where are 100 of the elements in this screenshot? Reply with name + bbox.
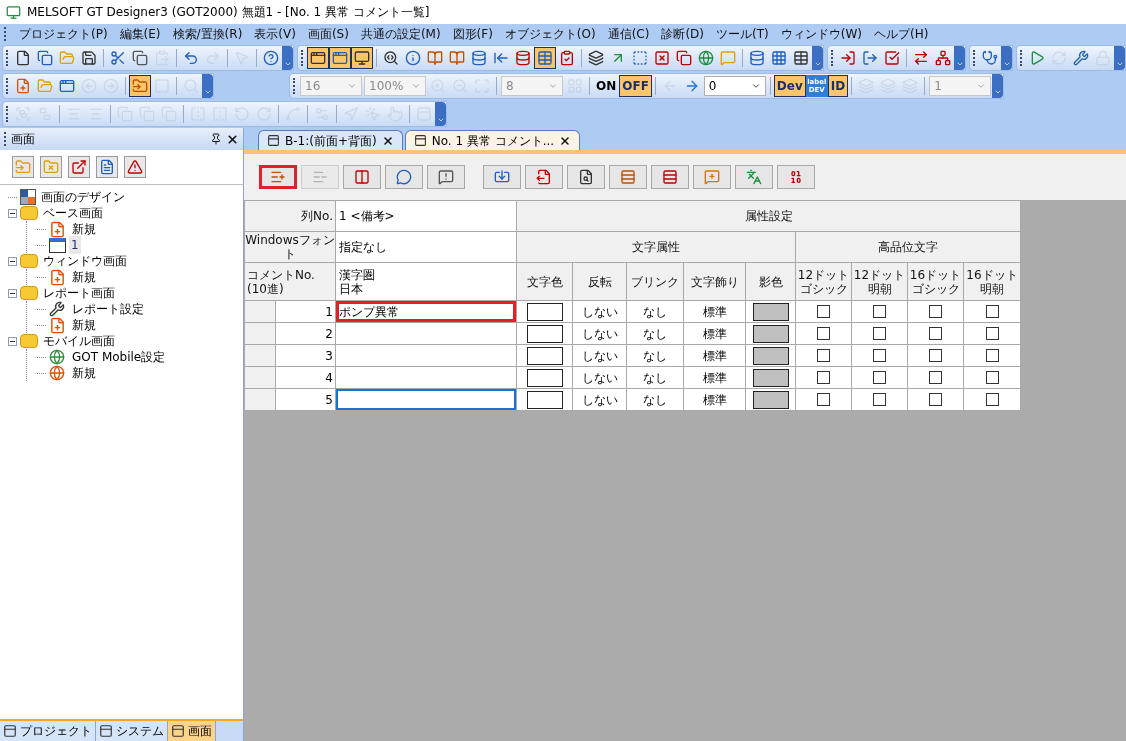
comment-tool-button[interactable] (427, 165, 465, 189)
menu-item[interactable]: ツール(T) (710, 25, 775, 43)
close-icon[interactable] (559, 134, 572, 147)
close-icon[interactable] (226, 132, 239, 146)
tree-item[interactable]: 新規 (70, 268, 98, 286)
menu-item[interactable]: 表示(V) (248, 25, 302, 43)
checkbox[interactable] (873, 349, 886, 362)
toolbar-overflow-button[interactable] (1114, 46, 1125, 70)
checkbox[interactable] (873, 371, 886, 384)
comment-text-cell[interactable] (336, 367, 516, 388)
checkbox[interactable] (929, 371, 942, 384)
collapse-icon[interactable] (8, 208, 17, 218)
menu-item[interactable]: オブジェクト(O) (498, 25, 602, 43)
checkbox[interactable] (929, 349, 942, 362)
color-swatch[interactable] (526, 346, 563, 365)
comment-text-cell[interactable] (336, 345, 516, 366)
collapse-icon[interactable] (8, 336, 17, 346)
shadow-color-swatch[interactable] (752, 302, 789, 321)
toolbar-grip[interactable] (6, 106, 9, 122)
toolbar-overflow-button[interactable] (435, 102, 446, 126)
toolbar-button[interactable]: OFF (619, 75, 652, 97)
tree-item[interactable]: 新規 (70, 316, 98, 334)
toolbar-overflow-button[interactable] (992, 74, 1004, 98)
checkbox[interactable] (929, 305, 942, 318)
collapse-icon[interactable] (8, 256, 17, 266)
menu-item[interactable]: プロジェクト(P) (13, 25, 114, 43)
document-tab[interactable]: No. 1 異常 コメント... (404, 130, 581, 150)
comment-tool-button[interactable] (525, 165, 563, 189)
comment-tool-button[interactable] (651, 165, 689, 189)
comment-text-cell[interactable]: ポンプ異常 (336, 301, 516, 322)
toolbar-grip[interactable] (831, 50, 834, 66)
menu-item[interactable]: 検索/置換(R) (166, 25, 249, 43)
panel-tab[interactable]: システム (96, 721, 168, 741)
pin-icon[interactable] (210, 133, 222, 145)
toolbar-grip[interactable] (973, 50, 976, 66)
comment-tool-button[interactable] (567, 165, 605, 189)
color-swatch[interactable] (526, 368, 563, 387)
checkbox[interactable] (985, 305, 999, 318)
checkbox[interactable] (873, 305, 886, 318)
toolbar-grip[interactable] (6, 78, 9, 94)
panel-tool-button[interactable] (96, 156, 118, 178)
checkbox[interactable] (873, 327, 886, 340)
toolbar-overflow-button[interactable] (282, 46, 293, 70)
menu-item[interactable]: 通信(C) (601, 25, 656, 43)
checkbox[interactable] (929, 327, 942, 340)
toolbar-grip[interactable] (293, 78, 296, 94)
menu-item[interactable]: 図形(F) (446, 25, 499, 43)
checkbox[interactable] (985, 393, 999, 406)
shadow-color-swatch[interactable] (752, 368, 789, 387)
panel-tool-button[interactable] (68, 156, 90, 178)
checkbox[interactable] (817, 305, 830, 318)
toolbar-button[interactable]: ON (593, 75, 620, 97)
comment-tool-button[interactable] (777, 165, 815, 189)
checkbox[interactable] (985, 371, 999, 384)
toolbar-overflow-button[interactable] (202, 74, 213, 98)
checkbox[interactable] (817, 371, 830, 384)
panel-tab[interactable]: 画面 (168, 721, 216, 741)
tree-item[interactable]: レポート設定 (70, 300, 146, 318)
comment-tool-button[interactable] (385, 165, 423, 189)
tree-item[interactable]: 新規 (70, 364, 98, 382)
shadow-color-swatch[interactable] (752, 390, 789, 409)
shadow-color-swatch[interactable] (752, 346, 789, 365)
checkbox[interactable] (985, 327, 999, 340)
close-icon[interactable] (381, 134, 394, 147)
color-swatch[interactable] (526, 324, 563, 343)
shadow-color-swatch[interactable] (752, 324, 789, 343)
comment-text-cell[interactable] (336, 323, 516, 344)
checkbox[interactable] (929, 393, 942, 406)
checkbox[interactable] (985, 349, 999, 362)
tree-item[interactable]: ベース画面 (41, 204, 105, 222)
checkbox[interactable] (817, 349, 830, 362)
checkbox[interactable] (817, 393, 830, 406)
menu-item[interactable]: 診断(D) (655, 25, 711, 43)
panel-tool-button[interactable] (124, 156, 146, 178)
color-swatch[interactable] (526, 302, 563, 321)
panel-tab[interactable]: プロジェクト (0, 721, 96, 741)
toolbar-grip[interactable] (301, 50, 304, 66)
comment-text-cell[interactable] (336, 389, 516, 410)
toolbar-overflow-button[interactable] (954, 46, 965, 70)
checkbox[interactable] (817, 327, 830, 340)
tree-item[interactable]: GOT Mobile設定 (70, 348, 168, 366)
tree-item[interactable]: モバイル画面 (41, 332, 117, 350)
checkbox[interactable] (873, 393, 886, 406)
color-swatch[interactable] (526, 390, 563, 409)
toolbar-grip[interactable] (1020, 50, 1023, 66)
document-tab[interactable]: B-1:(前面+背面) (258, 130, 403, 150)
tree-item[interactable]: 1 (69, 236, 81, 254)
menu-item[interactable]: ウィンドウ(W) (774, 25, 868, 43)
toolbar-button[interactable]: Dev (773, 75, 806, 97)
menu-item[interactable]: 画面(S) (301, 25, 355, 43)
tree-item[interactable]: 画面のデザイン (39, 188, 127, 206)
menu-item[interactable]: 共通の設定(M) (354, 25, 447, 43)
toolbar-overflow-button[interactable] (1001, 46, 1012, 70)
menu-item[interactable]: ヘルプ(H) (867, 25, 935, 43)
menu-item[interactable]: 編集(E) (113, 25, 167, 43)
collapse-icon[interactable] (8, 288, 17, 298)
toolbar-button[interactable]: ID (827, 75, 849, 97)
comment-tool-button[interactable] (483, 165, 521, 189)
toolbar-grip[interactable] (6, 50, 9, 66)
dropdown-field[interactable]: 0 (703, 76, 766, 96)
